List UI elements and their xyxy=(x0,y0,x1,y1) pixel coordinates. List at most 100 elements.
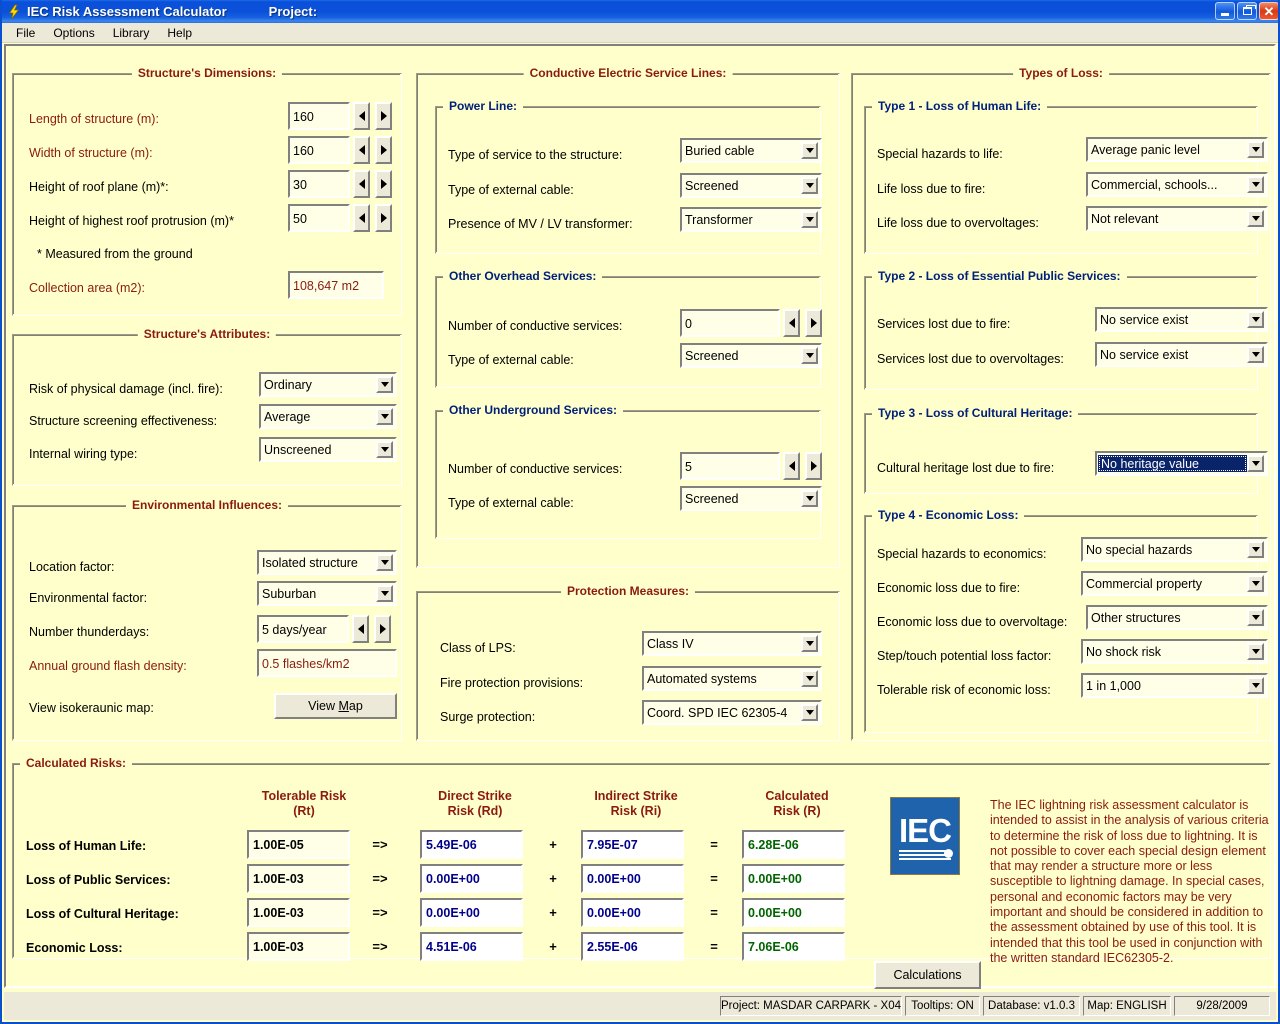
chevron-down-icon[interactable] xyxy=(376,585,393,602)
spinner-overhead-down[interactable] xyxy=(783,309,800,337)
select-value: Isolated structure xyxy=(262,555,358,570)
input-underground-conductive-services[interactable]: 5 xyxy=(680,452,780,480)
group-structure-dimensions: Structure's Dimensions: Length of struct… xyxy=(12,66,402,316)
spinner-width-down[interactable] xyxy=(353,136,370,164)
input-height-of-roof-protrusion[interactable]: 50 xyxy=(288,204,350,232)
select-tolerable-risk-of-economic-loss[interactable]: 1 in 1,000 xyxy=(1081,673,1268,698)
chevron-down-icon[interactable] xyxy=(1247,609,1264,626)
chevron-down-icon[interactable] xyxy=(801,704,818,721)
arrow-right-icon xyxy=(380,213,387,223)
label-length-of-structure: Length of structure (m): xyxy=(29,112,159,126)
select-services-lost-due-to-fire[interactable]: No service exist xyxy=(1095,307,1268,332)
select-structure-screening-effectiveness[interactable]: Average xyxy=(259,404,397,429)
select-special-hazards-to-life[interactable]: Average panic level xyxy=(1086,137,1268,162)
select-internal-wiring-type[interactable]: Unscreened xyxy=(259,437,397,462)
select-location-factor[interactable]: Isolated structure xyxy=(257,550,397,575)
select-services-lost-due-to-overvoltages[interactable]: No service exist xyxy=(1095,342,1268,367)
chevron-down-icon[interactable] xyxy=(376,376,393,393)
group-title-structure-dimensions: Structure's Dimensions: xyxy=(131,66,283,80)
group-type2-loss-of-public-services: Type 2 - Loss of Essential Public Servic… xyxy=(864,269,1268,390)
chevron-down-icon[interactable] xyxy=(801,635,818,652)
spinner-underground-up[interactable] xyxy=(805,452,822,480)
label-structure-screening-effectiveness: Structure screening effectiveness: xyxy=(29,414,218,428)
value-ri-economic-loss: 2.55E-06 xyxy=(581,932,684,961)
spinner-length-down[interactable] xyxy=(353,102,370,130)
chevron-down-icon[interactable] xyxy=(801,177,818,194)
select-fire-protection-provisions[interactable]: Automated systems xyxy=(642,666,822,691)
input-length-of-structure[interactable]: 160 xyxy=(288,102,350,130)
select-power-external-cable[interactable]: Screened xyxy=(680,173,822,198)
select-underground-external-cable[interactable]: Screened xyxy=(680,486,822,511)
spinner-length-up[interactable] xyxy=(375,102,392,130)
operator-equals-row3: = xyxy=(710,905,718,920)
select-value: Class IV xyxy=(647,636,694,651)
chevron-down-icon[interactable] xyxy=(1247,141,1264,158)
select-risk-of-physical-damage[interactable]: Ordinary xyxy=(259,372,397,397)
chevron-down-icon[interactable] xyxy=(1247,677,1264,694)
input-width-of-structure[interactable]: 160 xyxy=(288,136,350,164)
group-content: Type 1 - Loss of Human Life: Special haz… xyxy=(851,73,1271,741)
input-height-of-roof-plane[interactable]: 30 xyxy=(288,170,350,198)
group-title-power-line: Power Line: xyxy=(443,99,524,113)
spinner-thunderdays-down[interactable] xyxy=(352,615,369,643)
select-surge-protection[interactable]: Coord. SPD IEC 62305-4 xyxy=(642,700,822,725)
chevron-down-icon[interactable] xyxy=(801,142,818,159)
select-cultural-heritage-lost-due-to-fire[interactable]: No heritage value xyxy=(1095,451,1268,476)
chevron-down-icon[interactable] xyxy=(801,490,818,507)
spinner-roof-plane-up[interactable] xyxy=(375,170,392,198)
select-class-of-lps[interactable]: Class IV xyxy=(642,631,822,656)
chevron-down-icon[interactable] xyxy=(1247,455,1264,472)
header-tolerable-risk-line1: Tolerable Risk xyxy=(261,789,347,803)
select-type-of-service[interactable]: Buried cable xyxy=(680,138,822,163)
select-step-touch-potential-loss-factor[interactable]: No shock risk xyxy=(1081,639,1268,664)
select-overhead-external-cable[interactable]: Screened xyxy=(680,343,822,368)
select-life-loss-due-to-overvoltages[interactable]: Not relevant xyxy=(1086,206,1268,231)
chevron-down-icon[interactable] xyxy=(801,347,818,364)
select-environmental-factor[interactable]: Suburban xyxy=(257,581,397,606)
header-calculated-risk-line2: Risk (R) xyxy=(773,804,821,818)
select-economic-loss-due-to-overvoltage[interactable]: Other structures xyxy=(1086,605,1268,630)
view-map-button[interactable]: View Map xyxy=(274,693,397,719)
window-title: IEC Risk Assessment Calculator xyxy=(27,4,227,19)
spinner-thunderdays-up[interactable] xyxy=(374,615,391,643)
chevron-down-icon[interactable] xyxy=(801,670,818,687)
value-rd-economic-loss: 4.51E-06 xyxy=(420,932,523,961)
menu-item-help[interactable]: Help xyxy=(158,24,201,42)
select-value: Ordinary xyxy=(264,377,312,392)
chevron-down-icon[interactable] xyxy=(1247,541,1264,558)
chevron-down-icon[interactable] xyxy=(1247,643,1264,660)
spinner-protrusion-down[interactable] xyxy=(353,204,370,232)
restore-button[interactable] xyxy=(1237,2,1257,20)
input-overhead-conductive-services[interactable]: 0 xyxy=(680,309,780,337)
select-economic-loss-due-to-fire[interactable]: Commercial property xyxy=(1081,571,1268,596)
chevron-down-icon[interactable] xyxy=(376,554,393,571)
chevron-down-icon[interactable] xyxy=(376,408,393,425)
select-life-loss-due-to-fire[interactable]: Commercial, schools... xyxy=(1086,172,1268,197)
menu-item-file[interactable]: File xyxy=(7,24,44,42)
spinner-protrusion-up[interactable] xyxy=(375,204,392,232)
group-title-conductive-lines: Conductive Electric Service Lines: xyxy=(523,66,733,80)
chevron-down-icon[interactable] xyxy=(1247,311,1264,328)
minimize-icon xyxy=(1221,13,1229,16)
chevron-down-icon[interactable] xyxy=(376,441,393,458)
spinner-width-up[interactable] xyxy=(375,136,392,164)
spinner-underground-down[interactable] xyxy=(783,452,800,480)
select-mv-lv-transformer[interactable]: Transformer xyxy=(680,207,822,232)
chevron-down-icon[interactable] xyxy=(801,211,818,228)
group-content: Length of structure (m): 160 Width of st… xyxy=(12,73,402,316)
menu-item-library[interactable]: Library xyxy=(104,24,159,42)
minimize-button[interactable] xyxy=(1215,2,1235,20)
label-annual-ground-flash-density: Annual ground flash density: xyxy=(29,659,187,673)
input-number-thunderdays[interactable]: 5 days/year xyxy=(257,615,349,643)
chevron-down-icon[interactable] xyxy=(1247,346,1264,363)
close-button[interactable]: ✕ xyxy=(1259,2,1278,20)
select-special-hazards-to-economics[interactable]: No special hazards xyxy=(1081,537,1268,562)
chevron-down-icon[interactable] xyxy=(1247,176,1264,193)
menu-item-options[interactable]: Options xyxy=(44,24,103,42)
chevron-down-icon[interactable] xyxy=(1247,210,1264,227)
calculations-button[interactable]: Calculations xyxy=(874,961,981,989)
spinner-roof-plane-down[interactable] xyxy=(353,170,370,198)
chevron-down-icon[interactable] xyxy=(1247,575,1264,592)
spinner-overhead-up[interactable] xyxy=(805,309,822,337)
select-value: No special hazards xyxy=(1086,542,1193,557)
